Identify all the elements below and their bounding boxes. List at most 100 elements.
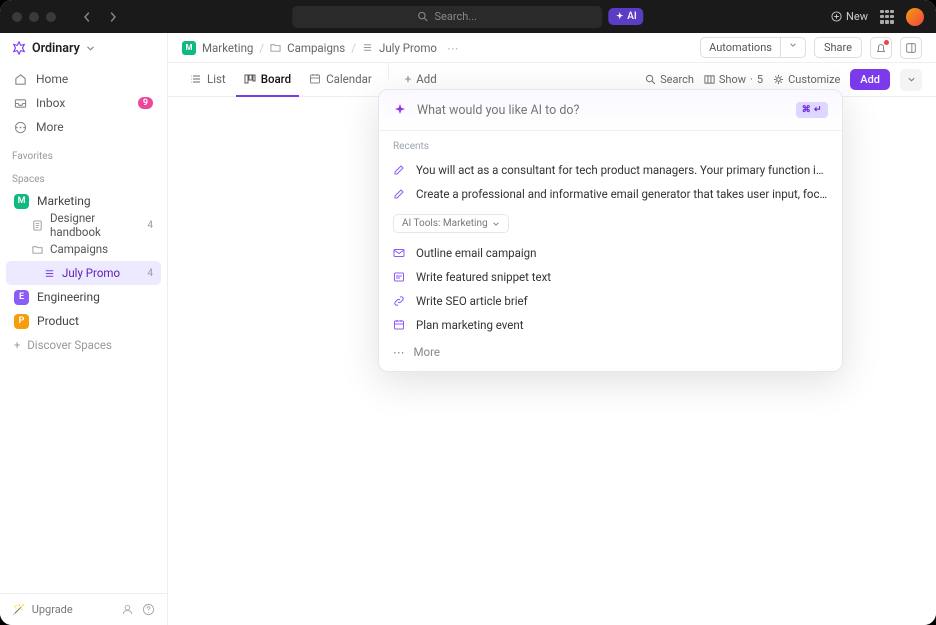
workspace-switcher[interactable]: Ordinary: [0, 33, 167, 63]
ai-prompt-input[interactable]: [417, 103, 786, 118]
space-marketing[interactable]: M Marketing: [6, 189, 161, 213]
recent-prompt[interactable]: Create a professional and informative em…: [379, 182, 842, 206]
invite-icon[interactable]: [121, 603, 134, 616]
inbox-icon: [14, 97, 28, 110]
view-tab-board[interactable]: Board: [236, 63, 299, 97]
space-engineering[interactable]: E Engineering: [6, 285, 161, 309]
link-icon: [393, 295, 407, 307]
list-icon: [44, 268, 55, 279]
recent-text: Create a professional and informative em…: [416, 187, 828, 201]
ai-label: AI: [627, 11, 636, 22]
show-label: Show: [719, 73, 746, 86]
gear-icon: [773, 74, 784, 85]
more-label: More: [414, 345, 441, 359]
space-label: Product: [37, 314, 79, 328]
show-count: 5: [757, 73, 763, 86]
space-badge-icon: M: [182, 41, 196, 55]
add-label: Add: [860, 73, 880, 86]
list-count: 4: [147, 268, 153, 279]
plus-icon: +: [14, 339, 20, 352]
tool-label: Write SEO article brief: [416, 294, 528, 308]
chevron-down-icon[interactable]: [781, 38, 805, 57]
panel-toggle-button[interactable]: [900, 37, 922, 59]
sparkle-icon: [393, 103, 407, 117]
customize-button[interactable]: Customize: [773, 73, 840, 86]
ai-prompt-panel: ⌘ ↵ Recents You will act as a consultant…: [378, 89, 843, 372]
help-icon[interactable]: [142, 603, 155, 616]
workspace-logo-icon: [12, 41, 26, 55]
new-label: New: [846, 10, 868, 23]
user-avatar[interactable]: [906, 8, 924, 26]
pencil-icon: [393, 188, 407, 200]
list-label: July Promo: [62, 266, 120, 280]
list-icon: [190, 73, 202, 85]
breadcrumb-folder[interactable]: Campaigns: [287, 41, 345, 55]
automations-label: Automations: [701, 38, 781, 57]
sidebar-item-more[interactable]: More: [6, 115, 161, 139]
folder-campaigns[interactable]: Campaigns: [6, 237, 161, 261]
folder-icon: [32, 244, 43, 255]
list-count: 4: [147, 220, 153, 231]
space-badge: M: [14, 194, 29, 209]
ai-button[interactable]: AI: [608, 8, 643, 25]
list-label: Designer handbook: [50, 211, 140, 239]
search-button[interactable]: Search: [645, 73, 694, 86]
more-actions-icon[interactable]: ⋯: [447, 41, 459, 55]
upgrade-icon: 🪄: [12, 603, 26, 616]
notifications-button[interactable]: [870, 37, 892, 59]
sidebar-item-home[interactable]: Home: [6, 67, 161, 91]
discover-label: Discover Spaces: [27, 338, 112, 352]
list-icon: [362, 42, 373, 53]
sidebar-item-label: Inbox: [36, 96, 65, 110]
tool-label: Plan marketing event: [416, 318, 524, 332]
more-icon: ⋯: [393, 345, 405, 359]
view-tab-calendar[interactable]: Calendar: [301, 63, 380, 97]
view-tab-list[interactable]: List: [182, 63, 234, 97]
share-button[interactable]: Share: [814, 37, 862, 58]
ai-tool-snippet[interactable]: Write featured snippet text: [379, 265, 842, 289]
sidebar-item-label: Home: [36, 72, 68, 86]
global-search-input[interactable]: Search...: [292, 6, 602, 28]
ai-more-button[interactable]: ⋯ More: [379, 337, 842, 371]
automations-button[interactable]: Automations: [700, 37, 806, 58]
calendar-icon: [309, 73, 321, 85]
list-designer-handbook[interactable]: Designer handbook 4: [6, 213, 161, 237]
window-controls[interactable]: [12, 12, 56, 22]
ai-tools-filter[interactable]: AI Tools: Marketing: [393, 214, 509, 233]
recent-prompt[interactable]: You will act as a consultant for tech pr…: [379, 158, 842, 182]
view-tab-label: Calendar: [326, 72, 372, 86]
discover-spaces[interactable]: + Discover Spaces: [6, 333, 161, 357]
sidebar-item-inbox[interactable]: Inbox 9: [6, 91, 161, 115]
space-badge: P: [14, 314, 29, 329]
pencil-icon: [393, 164, 407, 176]
upgrade-button[interactable]: Upgrade: [32, 603, 73, 616]
breadcrumb-space[interactable]: Marketing: [202, 41, 253, 55]
snippet-icon: [393, 271, 407, 283]
new-button[interactable]: New: [831, 10, 868, 23]
add-menu-button[interactable]: [900, 69, 922, 91]
ai-tool-seo-brief[interactable]: Write SEO article brief: [379, 289, 842, 313]
add-view-label: Add: [416, 72, 436, 86]
apps-icon[interactable]: [880, 10, 894, 24]
spaces-heading: Spaces: [0, 166, 167, 189]
space-label: Engineering: [37, 290, 100, 304]
show-columns-button[interactable]: Show · 5: [704, 73, 763, 86]
ai-tool-outline-email[interactable]: Outline email campaign: [379, 241, 842, 265]
tool-label: Write featured snippet text: [416, 270, 551, 284]
nav-forward-button[interactable]: [102, 6, 124, 28]
space-product[interactable]: P Product: [6, 309, 161, 333]
board-icon: [244, 73, 256, 85]
panel-icon: [905, 42, 917, 54]
tool-label: Outline email campaign: [416, 246, 536, 260]
folder-label: Campaigns: [50, 242, 108, 256]
space-label: Marketing: [37, 194, 91, 208]
add-task-button[interactable]: Add: [850, 69, 890, 90]
breadcrumb-list[interactable]: July Promo: [379, 41, 437, 55]
search-placeholder: Search...: [435, 10, 478, 23]
chevron-down-icon: [492, 220, 500, 228]
list-july-promo[interactable]: July Promo 4: [6, 261, 161, 285]
recent-text: You will act as a consultant for tech pr…: [416, 163, 828, 177]
ai-tool-plan-event[interactable]: Plan marketing event: [379, 313, 842, 337]
nav-back-button[interactable]: [76, 6, 98, 28]
share-label: Share: [824, 41, 852, 54]
